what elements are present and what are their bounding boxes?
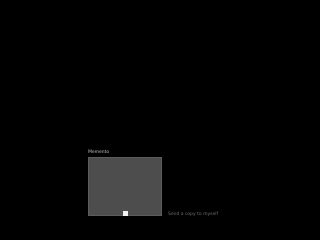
status-text: Send a copy to myself <box>168 212 219 217</box>
panel-label: Memento <box>88 150 110 155</box>
black-screen: Memento Send a copy to myself <box>0 0 300 225</box>
resize-handle[interactable] <box>123 211 128 216</box>
preview-box[interactable] <box>88 157 162 216</box>
